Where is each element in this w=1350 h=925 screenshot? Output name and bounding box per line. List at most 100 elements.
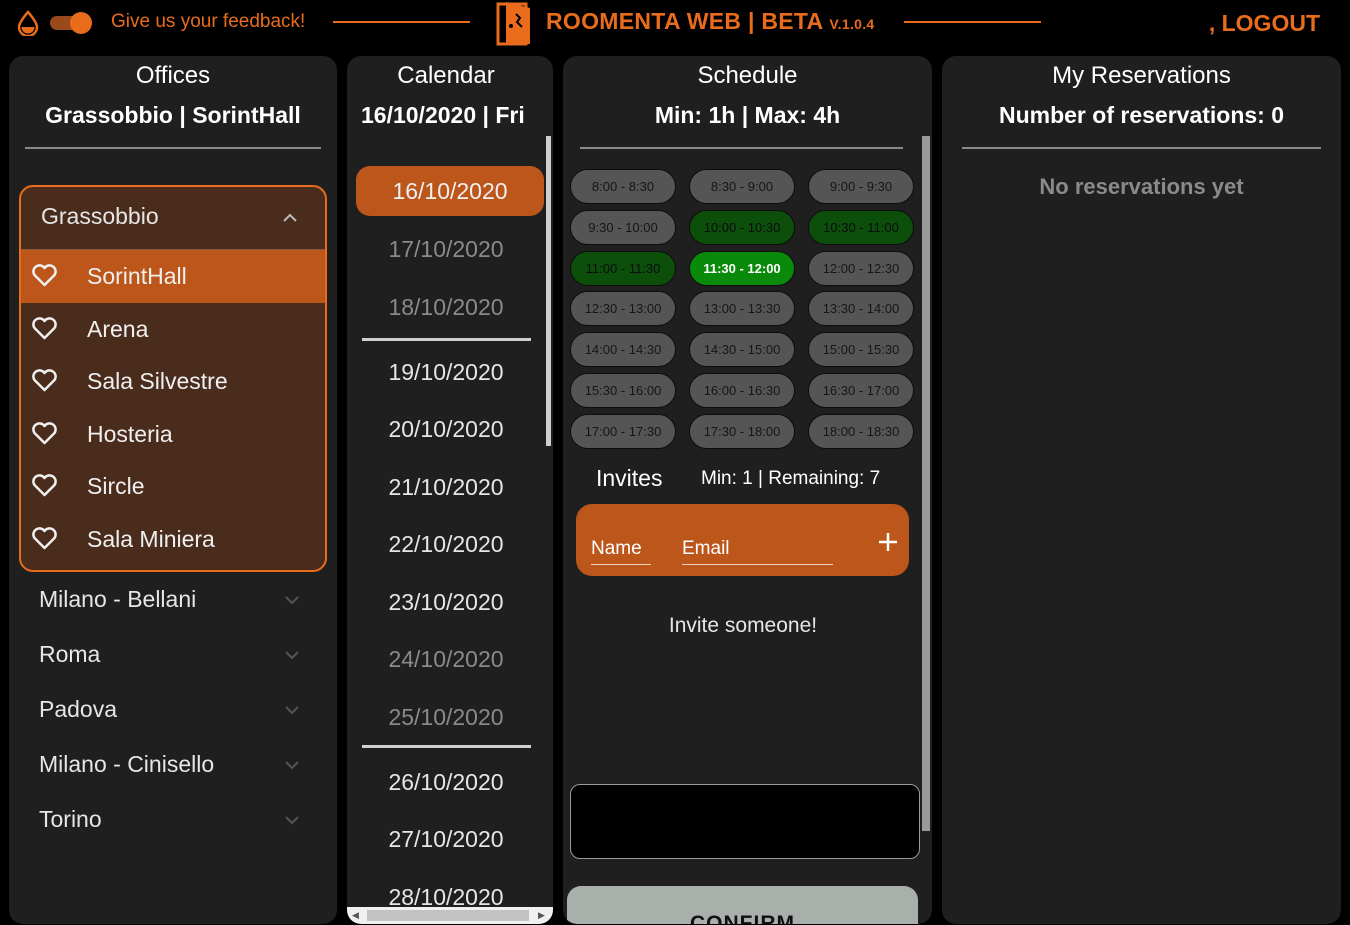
office-group-label: Grassobbio <box>41 203 159 229</box>
time-slot[interactable]: 12:00 - 12:30 <box>808 250 914 286</box>
confirm-button[interactable]: CONFIRM <box>567 886 918 924</box>
invites-title: Invites <box>596 465 663 491</box>
add-invite-icon[interactable] <box>876 530 900 554</box>
feedback-link[interactable]: Give us your feedback! <box>111 11 305 33</box>
city-item[interactable]: Roma <box>9 631 337 679</box>
room-item[interactable]: Sala Miniera <box>21 513 325 566</box>
time-slot[interactable]: 10:00 - 10:30 <box>689 209 795 245</box>
chevron-down-icon <box>283 591 301 609</box>
calendar-hscrollbar[interactable]: ◀ ▶ <box>347 907 553 924</box>
notes-textarea[interactable] <box>570 784 920 859</box>
date-item[interactable]: 17/10/2020 <box>347 236 545 263</box>
schedule-title: Schedule <box>697 62 798 89</box>
time-slot[interactable]: 12:30 - 13:00 <box>570 291 676 327</box>
time-slot[interactable]: 16:30 - 17:00 <box>808 373 914 408</box>
date-item[interactable]: 25/10/2020 <box>347 704 545 731</box>
room-item[interactable]: SorintHall <box>21 250 325 303</box>
city-item[interactable]: Torino <box>9 796 337 844</box>
offices-title: Offices <box>135 62 211 89</box>
time-slot[interactable]: 13:00 - 13:30 <box>689 291 795 327</box>
city-label: Milano - Bellani <box>39 586 197 612</box>
calendar-selection: 16/10/2020 | Fri <box>361 102 525 128</box>
room-item[interactable]: Hosteria <box>21 408 325 461</box>
time-slot[interactable]: 14:00 - 14:30 <box>570 332 676 368</box>
invite-email-field[interactable]: Email <box>682 538 833 565</box>
invite-name-field[interactable]: Name <box>591 538 651 565</box>
city-item[interactable]: Milano - Cinisello <box>9 741 337 789</box>
room-label: Sala Silvestre <box>87 368 228 394</box>
theme-toggle[interactable] <box>48 12 94 34</box>
schedule-scrollbar[interactable] <box>922 136 930 831</box>
date-item[interactable]: 23/10/2020 <box>347 589 545 616</box>
schedule-limits: Min: 1h | Max: 4h <box>654 102 841 128</box>
chevron-down-icon <box>283 811 301 829</box>
room-label: Hosteria <box>87 420 173 447</box>
time-slot[interactable]: 10:30 - 11:00 <box>808 209 914 245</box>
date-item[interactable]: 18/10/2020 <box>347 294 545 321</box>
room-item[interactable]: Sala Silvestre <box>21 355 325 408</box>
app-title: ROOMENTA WEB | BETA V.1.0.4 <box>546 8 875 34</box>
date-item[interactable]: 21/10/2020 <box>347 474 545 501</box>
week-separator <box>362 338 531 341</box>
date-item[interactable]: 24/10/2020 <box>347 646 545 673</box>
heart-icon[interactable] <box>31 263 58 288</box>
time-slot[interactable]: 9:30 - 10:00 <box>570 209 676 245</box>
city-label: Padova <box>39 696 118 722</box>
chevron-down-icon <box>283 756 301 774</box>
date-item[interactable]: 27/10/2020 <box>347 826 545 853</box>
heart-icon[interactable] <box>31 473 58 498</box>
invites-empty-message: Invite someone! <box>668 614 818 637</box>
heart-icon[interactable] <box>31 316 58 341</box>
time-slot[interactable]: 17:30 - 18:00 <box>689 413 795 449</box>
office-group-header[interactable]: Grassobbio <box>21 187 325 250</box>
schedule-panel: Schedule Min: 1h | Max: 4h 8:00 - 8:30 8:… <box>563 56 932 924</box>
room-label: SorintHall <box>87 263 187 289</box>
date-item[interactable]: 20/10/2020 <box>347 416 545 443</box>
city-item[interactable]: Milano - Bellani <box>9 576 337 624</box>
date-item[interactable]: 22/10/2020 <box>347 531 545 558</box>
time-slot[interactable]: 15:30 - 16:00 <box>570 373 676 408</box>
time-slot[interactable]: 14:30 - 15:00 <box>689 332 795 368</box>
logout-button[interactable]: , LOGOUT <box>1209 10 1320 37</box>
date-item[interactable]: 19/10/2020 <box>347 359 545 386</box>
calendar-panel: Calendar 16/10/2020 | Fri 16/10/2020 17/1… <box>347 56 553 924</box>
room-item[interactable]: Arena <box>21 303 325 356</box>
time-slot[interactable]: 18:00 - 18:30 <box>808 413 914 449</box>
chevron-down-icon <box>283 701 301 719</box>
door-logo-icon <box>496 2 530 46</box>
time-slot[interactable]: 11:00 - 11:30 <box>570 250 676 286</box>
time-slot[interactable]: 17:00 - 17:30 <box>570 413 676 449</box>
heart-icon[interactable] <box>31 421 58 446</box>
heart-icon[interactable] <box>31 526 58 551</box>
date-item[interactable]: 16/10/2020 <box>356 166 544 216</box>
office-group-grassobbio: Grassobbio SorintHall Arena Sala Silvestre… <box>19 185 327 572</box>
room-label: Sala Miniera <box>87 525 215 552</box>
calendar-title: Calendar <box>397 62 495 89</box>
city-label: Torino <box>39 806 102 832</box>
chevron-down-icon <box>283 646 301 664</box>
time-slot[interactable]: 16:00 - 16:30 <box>689 373 795 408</box>
city-item[interactable]: Padova <box>9 686 337 734</box>
city-label: Milano - Cinisello <box>39 751 215 777</box>
heart-icon[interactable] <box>31 368 58 393</box>
time-slot[interactable]: 15:00 - 15:30 <box>808 332 914 368</box>
time-slot[interactable]: 11:30 - 12:00 <box>689 250 795 286</box>
invites-meta: Min: 1 | Remaining: 7 <box>701 468 881 489</box>
schedule-divider <box>580 147 903 149</box>
time-slot[interactable]: 8:00 - 8:30 <box>570 169 676 204</box>
time-slot[interactable]: 13:30 - 14:00 <box>808 291 914 327</box>
offices-panel: Offices Grassobbio | SorintHall Grassobb… <box>9 56 337 924</box>
reservations-panel: My Reservations Number of reservations: … <box>942 56 1341 924</box>
reservations-divider <box>962 147 1321 149</box>
reservations-empty-message: No reservations yet <box>1039 174 1244 199</box>
city-label: Roma <box>39 641 101 667</box>
time-slot[interactable]: 8:30 - 9:00 <box>689 169 795 204</box>
reservations-count: Number of reservations: 0 <box>998 102 1285 128</box>
time-slot[interactable]: 9:00 - 9:30 <box>808 169 914 204</box>
room-item[interactable]: Sircle <box>21 460 325 513</box>
date-item[interactable]: 26/10/2020 <box>347 769 545 796</box>
calendar-scrollbar[interactable] <box>546 136 551 446</box>
header-line-right <box>904 21 1041 23</box>
chevron-up-icon <box>283 213 297 222</box>
drop-icon[interactable] <box>16 10 40 36</box>
